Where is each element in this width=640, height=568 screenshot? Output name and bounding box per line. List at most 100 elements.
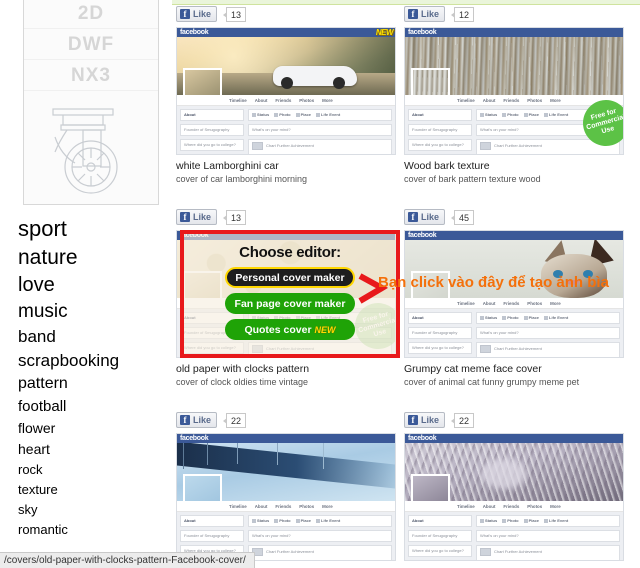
post-text: Chart Further Achievement (494, 143, 542, 149)
nav-more: More (550, 503, 561, 509)
nav-about: About (482, 97, 496, 103)
nav-photos: Photos (299, 97, 315, 103)
composer-placeholder: What's on your mind? (476, 327, 620, 339)
nav-more: More (322, 503, 333, 509)
about-line: Founder of Smugography (408, 124, 472, 136)
facebook-f-icon: f (180, 9, 190, 19)
composer-tabs: Status Photo Place Life Event (248, 109, 392, 121)
facebook-like-button[interactable]: f Like (404, 6, 446, 22)
cover-preview[interactable]: NEW facebook Timeline About Friends Phot… (176, 27, 396, 155)
grid-row: f Like 22 facebook Timeline About Friend… (172, 411, 640, 568)
post-text: Chart Further Achievement (266, 143, 314, 149)
profile-avatar (411, 474, 450, 501)
cover-preview[interactable]: facebook Timeline About Friends Photos M… (404, 433, 624, 561)
card-title[interactable]: white Lamborghini car (176, 160, 396, 173)
nav-photos: Photos (527, 503, 543, 509)
facebook-like-button[interactable]: f Like (404, 209, 446, 225)
composer-tab-life: Life Event (544, 112, 568, 118)
facebook-like-button[interactable]: f Like (176, 6, 218, 22)
tag-scrapbooking[interactable]: scrapbooking (18, 352, 170, 369)
composer-tab-row: Status Photo Place Life Event (480, 518, 616, 524)
facebook-like-button[interactable]: f Like (404, 412, 446, 428)
about-question: Where did you go to college? (408, 139, 472, 151)
composer-tab-status: Status (480, 315, 497, 321)
cover-preview[interactable]: facebook Timeline About Friends Photos M… (404, 230, 624, 358)
tag-rock[interactable]: rock (18, 463, 170, 476)
tag-sky[interactable]: sky (18, 503, 170, 516)
tag-nature[interactable]: nature (18, 247, 170, 268)
composer-placeholder: What's on your mind? (248, 124, 392, 136)
facebook-body: About Founder of Smugography Where did y… (177, 106, 395, 154)
profile-avatar (183, 68, 222, 95)
facebook-logo: facebook (408, 232, 437, 239)
tag-cloud: sport nature love music band scrapbookin… (18, 218, 170, 543)
composer-tab-place: Place (523, 315, 539, 321)
nav-photos: Photos (527, 97, 543, 103)
card-title[interactable]: Wood bark texture (404, 160, 624, 173)
composer-tab-photo: Photo (502, 518, 519, 524)
like-label: Like (421, 9, 440, 19)
tag-band[interactable]: band (18, 328, 170, 345)
cover-card: f Like 22 facebook Timeline About Friend… (404, 411, 624, 561)
feed-post: Chart Further Achievement (476, 342, 620, 357)
tag-music[interactable]: music (18, 302, 170, 321)
cover-preview[interactable]: facebook Timeline About Friends Photos M… (176, 433, 396, 561)
cover-photo (177, 443, 395, 501)
new-badge: NEW (314, 324, 336, 335)
format-list: VRML 2D DWF NX3 (24, 0, 158, 91)
facebook-logo: facebook (180, 435, 209, 442)
like-count: 45 (451, 209, 475, 225)
tag-love[interactable]: love (18, 275, 170, 295)
format-item: NX3 (24, 60, 158, 91)
personal-cover-maker-button[interactable]: Personal cover maker (225, 267, 355, 288)
tag-heart[interactable]: heart (18, 442, 170, 456)
facebook-like-button[interactable]: f Like (176, 412, 218, 428)
nav-more: More (550, 97, 561, 103)
post-thumbnail-icon (480, 345, 491, 353)
card-subtitle: cover of clock oldies time vintage (176, 377, 309, 388)
post-thumbnail-icon (480, 548, 491, 556)
like-bar: f Like 12 (404, 5, 624, 23)
composer-tab-place: Place (523, 112, 539, 118)
facebook-f-icon: f (180, 415, 190, 425)
tag-sport[interactable]: sport (18, 218, 170, 240)
fan-page-cover-maker-button[interactable]: Fan page cover maker (225, 293, 355, 314)
facebook-nav: Timeline About Friends Photos More (177, 95, 395, 106)
facebook-f-icon: f (408, 9, 418, 19)
post-text: Chart Further Achievement (266, 549, 314, 555)
like-bar: f Like 22 (404, 411, 624, 429)
tag-flower[interactable]: flower (18, 421, 170, 435)
cover-card: f Like 12 facebook Timeline About Friend… (404, 5, 624, 186)
quotes-cover-button[interactable]: Quotes cover NEW (225, 319, 355, 340)
cover-preview[interactable]: facebook Timeline About Friends Photos M… (404, 27, 624, 155)
card-title[interactable]: Grumpy cat meme face cover (404, 363, 624, 376)
composer-tab-life: Life Event (544, 518, 568, 524)
like-count: 22 (451, 412, 475, 428)
nav-about: About (254, 97, 268, 103)
nav-friends: Friends (503, 300, 520, 306)
composer-tab-status: Status (480, 112, 497, 118)
composer-tab-life: Life Event (316, 112, 340, 118)
facebook-nav: Timeline About Friends Photos More (177, 501, 395, 512)
like-label: Like (193, 415, 212, 425)
nav-timeline: Timeline (229, 503, 247, 509)
about-question: Where did you go to college? (408, 342, 472, 354)
composer-tabs: Status Photo Place Life Event (248, 515, 392, 527)
facebook-logo: facebook (180, 29, 209, 36)
feed-post: Chart Further Achievement (248, 139, 392, 154)
nav-about: About (482, 503, 496, 509)
tag-football[interactable]: football (18, 399, 170, 414)
tag-pattern[interactable]: pattern (18, 376, 170, 392)
facebook-like-button[interactable]: f Like (176, 209, 218, 225)
about-line: Founder of Smugography (408, 327, 472, 339)
tag-romantic[interactable]: romantic (18, 523, 170, 536)
nav-friends: Friends (275, 503, 292, 509)
tag-texture[interactable]: texture (18, 483, 170, 496)
card-title[interactable]: old paper with clocks pattern (176, 363, 396, 376)
about-header: About (408, 312, 472, 324)
cad-format-ad-panel[interactable]: VRML 2D DWF NX3 (23, 0, 159, 205)
composer-placeholder: What's on your mind? (476, 530, 620, 542)
facebook-left-column: About Founder of Smugography Where did y… (177, 106, 247, 154)
facebook-right-column: Status Photo Place Life Event What's on … (475, 512, 623, 560)
composer-tab-photo: Photo (274, 112, 291, 118)
